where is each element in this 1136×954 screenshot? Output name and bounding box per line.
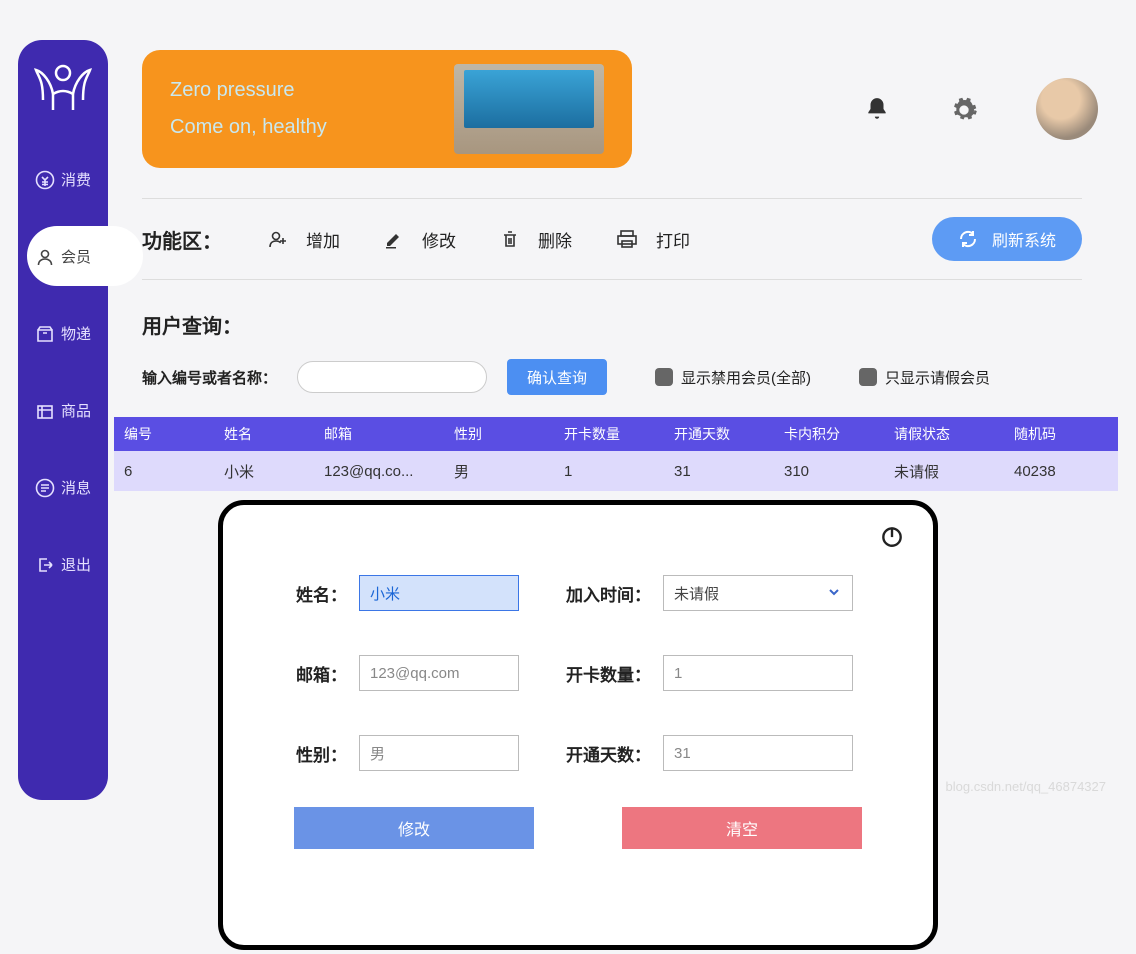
divider — [142, 279, 1082, 280]
banner-line2: Come on, healthy — [170, 116, 327, 139]
header-icons — [864, 78, 1098, 140]
email-field[interactable] — [359, 655, 519, 691]
name-field[interactable] — [359, 575, 519, 611]
sidebar-item-delivery[interactable]: 物递 — [35, 323, 91, 344]
bell-icon[interactable] — [864, 96, 890, 122]
cards-label: 开卡数量： — [561, 661, 651, 686]
print-button[interactable]: 打印 — [606, 227, 700, 252]
td-rand: 40238 — [1004, 463, 1114, 480]
edit-member-modal: 姓名： 加入时间： 邮箱： 开卡数量： — [218, 500, 938, 950]
refresh-button[interactable]: 刷新系统 — [932, 217, 1082, 261]
show-leave-checkbox[interactable]: 只显示请假会员 — [859, 367, 990, 388]
table-header: 编号 姓名 邮箱 性别 开卡数量 开通天数 卡内积分 请假状态 随机码 — [114, 417, 1118, 451]
name-label: 姓名： — [257, 581, 347, 606]
add-button[interactable]: 增加 — [258, 227, 350, 252]
th-points: 卡内积分 — [774, 424, 884, 444]
email-label: 邮箱： — [257, 661, 347, 686]
nav: 消费 会员 物递 商品 消息 退出 — [18, 169, 108, 575]
th-gender: 性别 — [444, 424, 554, 444]
td-email: 123@qq.co... — [314, 463, 444, 480]
watermark: blog.csdn.net/qq_46874327 — [946, 779, 1106, 794]
join-time-select[interactable] — [663, 575, 853, 611]
edit-button[interactable]: 修改 — [374, 227, 466, 252]
nav-label: 会员 — [61, 246, 91, 267]
print-label: 打印 — [656, 227, 690, 252]
td-days: 31 — [664, 463, 774, 480]
gender-field[interactable] — [359, 735, 519, 771]
sidebar-item-logout[interactable]: 退出 — [35, 554, 91, 575]
sidebar: 消费 会员 物递 商品 消息 退出 — [18, 40, 108, 800]
nav-label: 物递 — [61, 323, 91, 344]
clear-button[interactable]: 清空 — [622, 807, 862, 849]
td-points: 310 — [774, 463, 884, 480]
laptop-icon — [454, 64, 604, 154]
td-name: 小米 — [214, 461, 314, 482]
td-cards: 1 — [554, 463, 664, 480]
query-row: 输入编号或者名称： 确认查询 显示禁用会员(全部) 只显示请假会员 — [142, 359, 1082, 395]
th-email: 邮箱 — [314, 424, 444, 444]
cards-field[interactable] — [663, 655, 853, 691]
th-leave: 请假状态 — [884, 424, 1004, 444]
days-field[interactable] — [663, 735, 853, 771]
search-input[interactable] — [297, 361, 487, 393]
avatar[interactable] — [1036, 78, 1098, 140]
td-gender: 男 — [444, 461, 554, 482]
gender-label: 性别： — [257, 741, 347, 766]
delete-label: 删除 — [538, 227, 572, 252]
th-name: 姓名 — [214, 424, 314, 444]
join-label: 加入时间： — [561, 581, 651, 606]
checkbox-icon — [655, 368, 673, 386]
app-root: 消费 会员 物递 商品 消息 退出 — [18, 40, 1118, 800]
function-title: 功能区： — [142, 225, 222, 254]
days-label: 开通天数： — [561, 741, 651, 766]
td-leave: 未请假 — [884, 461, 1004, 482]
sidebar-item-goods[interactable]: 商品 — [35, 400, 91, 421]
modify-button[interactable]: 修改 — [294, 807, 534, 849]
th-cards: 开卡数量 — [554, 424, 664, 444]
members-table: 编号 姓名 邮箱 性别 开卡数量 开通天数 卡内积分 请假状态 随机码 6 小米… — [114, 417, 1118, 491]
nav-label: 消息 — [61, 477, 91, 498]
confirm-query-button[interactable]: 确认查询 — [507, 359, 607, 395]
refresh-label: 刷新系统 — [992, 227, 1056, 251]
edit-label: 修改 — [422, 227, 456, 252]
th-id: 编号 — [114, 424, 214, 444]
sidebar-item-consume[interactable]: 消费 — [35, 169, 91, 190]
table-row[interactable]: 6 小米 123@qq.co... 男 1 31 310 未请假 40238 — [114, 451, 1118, 491]
checkbox-label: 只显示请假会员 — [885, 367, 990, 388]
th-rand: 随机码 — [1004, 424, 1114, 444]
divider — [142, 198, 1082, 199]
function-row: 功能区： 增加 修改 删除 打印 刷新系统 — [142, 217, 1082, 261]
banner-line1: Zero pressure — [170, 79, 327, 102]
checkbox-icon — [859, 368, 877, 386]
delete-button[interactable]: 删除 — [490, 227, 582, 252]
nav-label: 退出 — [61, 554, 91, 575]
nav-label: 消费 — [61, 169, 91, 190]
query-label: 输入编号或者名称： — [142, 367, 277, 388]
sidebar-item-message[interactable]: 消息 — [35, 477, 91, 498]
add-label: 增加 — [306, 227, 340, 252]
nav-label: 商品 — [61, 400, 91, 421]
gear-icon[interactable] — [950, 96, 976, 122]
checkbox-label: 显示禁用会员(全部) — [681, 367, 811, 388]
query-title: 用户查询： — [142, 310, 1118, 339]
banner: Zero pressure Come on, healthy — [142, 50, 632, 168]
muscle-logo-icon — [33, 60, 93, 119]
td-id: 6 — [114, 463, 214, 480]
show-disabled-checkbox[interactable]: 显示禁用会员(全部) — [655, 367, 811, 388]
header: Zero pressure Come on, healthy — [142, 50, 1118, 168]
power-close-icon[interactable] — [879, 523, 905, 554]
th-days: 开通天数 — [664, 424, 774, 444]
sidebar-item-member[interactable]: 会员 — [35, 246, 91, 267]
